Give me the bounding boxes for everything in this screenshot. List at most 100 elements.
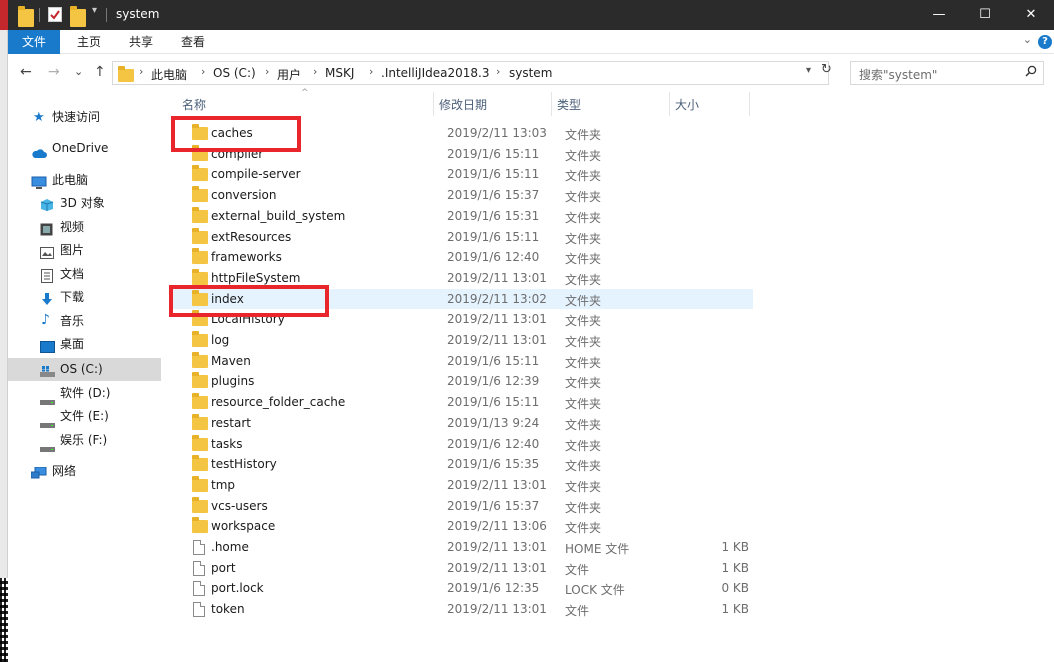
column-header-modified[interactable]: 修改日期 <box>439 96 487 113</box>
breadcrumb-intellij[interactable]: .IntelliJIdea2018.3 <box>381 66 489 80</box>
folder-row[interactable]: tmp 2019/2/11 13:01 文件夹 <box>171 475 753 496</box>
breadcrumb-this-pc[interactable]: 此电脑 <box>151 66 187 83</box>
windows-drive-icon <box>40 363 55 377</box>
help-icon[interactable]: ? <box>1038 35 1052 49</box>
chevron-right-icon[interactable]: › <box>201 65 205 78</box>
search-box[interactable]: 搜索"system" <box>850 61 1044 85</box>
breadcrumb-system[interactable]: system <box>509 66 552 80</box>
tab-file[interactable]: 文件 <box>8 30 60 54</box>
folder-row[interactable]: plugins 2019/1/6 12:39 文件夹 <box>171 371 753 392</box>
file-modified-date: 2019/2/11 13:01 <box>447 312 547 327</box>
folder-row[interactable]: workspace 2019/2/11 13:06 文件夹 <box>171 516 753 537</box>
breadcrumb-os-c[interactable]: OS (C:) <box>213 66 256 80</box>
nav-item-documents[interactable]: 文档 <box>8 263 161 286</box>
breadcrumb-users[interactable]: 用户 <box>277 66 301 83</box>
tab-home[interactable]: 主页 <box>66 30 112 54</box>
file-type: 文件夹 <box>565 397 602 412</box>
folder-icon <box>192 413 208 430</box>
file-name: vcs-users <box>211 498 268 513</box>
up-button[interactable]: ↑ <box>94 64 106 80</box>
folder-row[interactable]: frameworks 2019/1/6 12:40 文件夹 <box>171 247 753 268</box>
file-modified-date: 2019/1/6 15:11 <box>447 353 540 368</box>
customize-toolbar-icon[interactable]: ▾ <box>92 5 97 23</box>
nav-item-downloads[interactable]: 下载 <box>8 286 161 309</box>
tab-share[interactable]: 共享 <box>118 30 164 54</box>
file-row[interactable]: port 2019/2/11 13:01 文件 1 KB <box>171 558 753 579</box>
computer-icon <box>31 174 47 189</box>
folder-row[interactable]: extResources 2019/1/6 15:11 文件夹 <box>171 227 753 248</box>
new-folder-icon[interactable] <box>70 6 86 27</box>
folder-row[interactable]: log 2019/2/11 13:01 文件夹 <box>171 330 753 351</box>
file-size: 1 KB <box>721 602 749 617</box>
nav-item-this-pc[interactable]: 此电脑 <box>8 169 161 192</box>
nav-item-drive-d[interactable]: 软件 (D:) <box>8 382 161 405</box>
highlight-box-caches <box>171 116 301 152</box>
column-header-name[interactable]: 名称 <box>182 96 206 113</box>
maximize-button[interactable]: ☐ <box>962 0 1008 30</box>
chevron-right-icon[interactable]: › <box>139 65 143 78</box>
folder-row[interactable]: resource_folder_cache 2019/1/6 15:11 文件夹 <box>171 392 753 413</box>
file-modified-date: 2019/2/11 13:01 <box>447 477 547 492</box>
recent-locations-button[interactable]: ⌄ <box>74 65 83 78</box>
chevron-right-icon[interactable]: › <box>496 65 500 78</box>
nav-item-3d-objects[interactable]: 3D 对象 <box>8 192 161 215</box>
file-modified-date: 2019/2/11 13:01 <box>447 602 547 617</box>
minimize-button[interactable]: — <box>916 0 962 30</box>
file-modified-date: 2019/1/6 12:35 <box>447 581 540 596</box>
title-bar: ▾ system — ☐ ✕ <box>8 0 1054 30</box>
column-divider[interactable] <box>749 92 750 116</box>
close-button[interactable]: ✕ <box>1008 0 1054 30</box>
folder-row[interactable]: external_build_system 2019/1/6 15:31 文件夹 <box>171 206 753 227</box>
file-row[interactable]: port.lock 2019/1/6 12:35 LOCK 文件 0 KB <box>171 578 753 599</box>
properties-icon[interactable] <box>48 7 62 22</box>
back-button[interactable]: ← <box>20 64 32 80</box>
nav-label: 3D 对象 <box>60 196 105 210</box>
cube-icon <box>40 197 54 211</box>
column-divider[interactable] <box>433 92 434 116</box>
nav-item-os-c[interactable]: OS (C:) <box>8 358 161 381</box>
nav-item-quick-access[interactable]: ★ 快速访问 <box>8 106 161 129</box>
sort-ascending-icon: ^ <box>301 88 309 98</box>
column-header-type[interactable]: 类型 <box>557 96 581 113</box>
tab-view[interactable]: 查看 <box>170 30 216 54</box>
document-icon <box>41 268 55 283</box>
nav-item-drive-e[interactable]: 文件 (E:) <box>8 405 161 428</box>
folder-row[interactable]: testHistory 2019/1/6 15:35 文件夹 <box>171 454 753 475</box>
file-modified-date: 2019/2/11 13:01 <box>447 333 547 347</box>
address-bar[interactable]: › 此电脑 › OS (C:) › 用户 › MSKJ › .IntelliJI… <box>112 61 829 85</box>
file-type: 文件夹 <box>565 169 602 184</box>
folder-row[interactable]: restart 2019/1/13 9:24 文件夹 <box>171 413 753 434</box>
expand-ribbon-icon[interactable]: ⌄ <box>1023 33 1032 46</box>
file-row[interactable]: .home 2019/2/11 13:01 HOME 文件 1 KB <box>171 537 753 558</box>
refresh-button[interactable]: ↻ <box>821 62 832 77</box>
nav-item-desktop[interactable]: 桌面 <box>8 333 161 356</box>
file-row[interactable]: token 2019/2/11 13:01 文件 1 KB <box>171 599 753 620</box>
column-divider[interactable] <box>669 92 670 116</box>
nav-item-music[interactable]: ♪ 音乐 <box>8 310 161 333</box>
column-divider[interactable] <box>551 92 552 116</box>
nav-item-drive-f[interactable]: 娱乐 (F:) <box>8 429 161 452</box>
chevron-right-icon[interactable]: › <box>313 65 317 78</box>
file-modified-date: 2019/1/6 12:40 <box>447 250 540 265</box>
folder-row[interactable]: Maven 2019/1/6 15:11 文件夹 <box>171 351 753 372</box>
column-header-size[interactable]: 大小 <box>675 96 699 113</box>
chevron-right-icon[interactable]: › <box>265 65 269 78</box>
search-icon[interactable] <box>1025 65 1037 80</box>
file-type: 文件夹 <box>565 190 602 205</box>
folder-row[interactable]: compile-server 2019/1/6 15:11 文件夹 <box>171 164 753 185</box>
nav-item-pictures[interactable]: 图片 <box>8 239 161 262</box>
address-dropdown-icon[interactable]: ▾ <box>806 65 811 76</box>
navigation-pane: ★ 快速访问 OneDrive 此电脑 3D 对象 视频 图片 文档 下载 ♪ … <box>8 92 161 662</box>
folder-row[interactable]: tasks 2019/1/6 12:40 文件夹 <box>171 434 753 455</box>
folder-row[interactable]: vcs-users 2019/1/6 15:37 文件夹 <box>171 496 753 517</box>
nav-label: OS (C:) <box>60 362 103 376</box>
breadcrumb-mskj[interactable]: MSKJ <box>325 66 354 80</box>
file-modified-date: 2019/2/11 13:01 <box>447 540 547 554</box>
forward-button[interactable]: → <box>48 64 60 80</box>
folder-row[interactable]: conversion 2019/1/6 15:37 文件夹 <box>171 185 753 206</box>
nav-item-videos[interactable]: 视频 <box>8 216 161 239</box>
chevron-right-icon[interactable]: › <box>369 65 373 78</box>
nav-item-network[interactable]: 网络 <box>8 460 161 483</box>
nav-item-onedrive[interactable]: OneDrive <box>8 137 161 160</box>
file-modified-date: 2019/2/11 13:01 <box>447 560 547 575</box>
